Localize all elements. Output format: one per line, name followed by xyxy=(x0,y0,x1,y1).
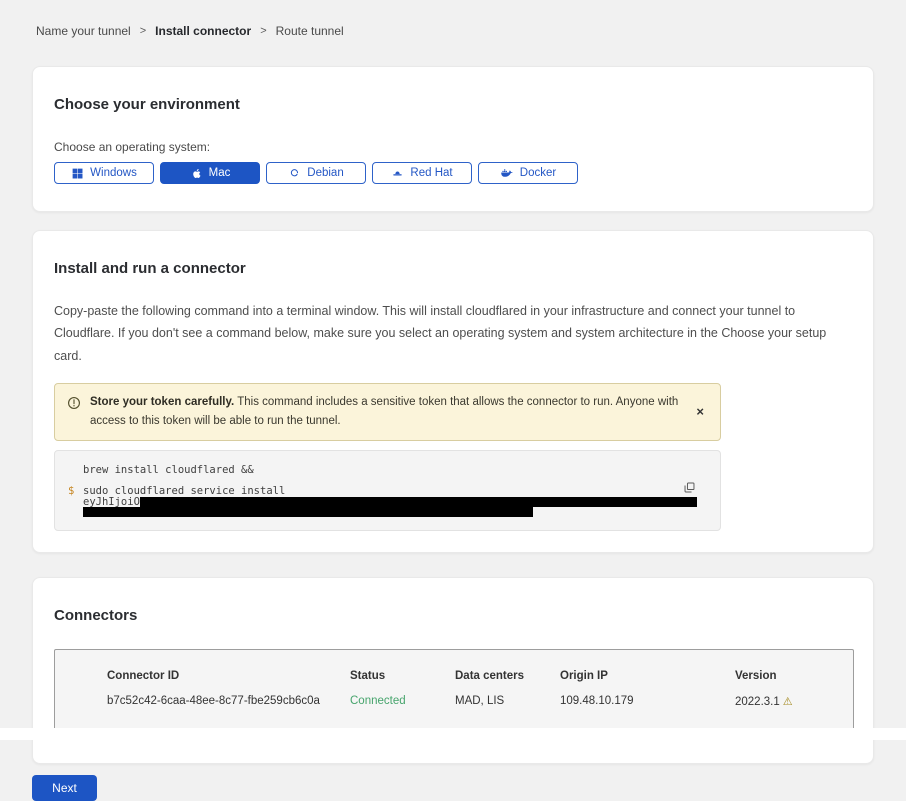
os-button-label: Mac xyxy=(209,167,231,179)
connectors-table-grid: Connector ID Status Data centers Origin … xyxy=(107,670,833,708)
os-button-windows[interactable]: Windows xyxy=(54,162,154,184)
column-header-version: Version xyxy=(735,670,833,695)
cell-connector-id: b7c52c42-6caa-48ee-8c77-fbe259cb6c0a xyxy=(107,695,350,708)
code-line xyxy=(68,507,680,517)
token-line xyxy=(83,507,533,517)
install-card-title: Install and run a connector xyxy=(54,260,852,277)
os-button-mac[interactable]: Mac xyxy=(160,162,260,184)
install-command-code-block: brew install cloudflared && $ sudo cloud… xyxy=(54,450,721,531)
os-button-label: Debian xyxy=(307,167,343,179)
column-header-status: Status xyxy=(350,670,455,695)
cell-version: 2022.3.1⚠ xyxy=(735,695,833,708)
environment-card: Choose your environment Choose an operat… xyxy=(32,66,874,212)
version-value: 2022.3.1 xyxy=(735,696,780,708)
close-icon[interactable]: × xyxy=(692,403,708,420)
token-line: eyJhIjoiO xyxy=(83,497,697,507)
breadcrumb-step-install-connector[interactable]: Install connector xyxy=(155,24,251,38)
column-header-origin-ip: Origin IP xyxy=(560,670,735,695)
apple-icon xyxy=(190,167,203,180)
code-line-text: brew install cloudflared && xyxy=(83,465,254,476)
os-button-group: Windows Mac Debian Red Hat xyxy=(54,162,852,190)
cell-origin-ip: 109.48.10.179 xyxy=(560,695,735,708)
redhat-icon xyxy=(391,167,404,180)
copy-icon[interactable] xyxy=(681,479,698,499)
breadcrumb-separator: > xyxy=(140,25,146,37)
cell-data-centers: MAD, LIS xyxy=(455,695,560,708)
redacted-token-bar xyxy=(83,507,533,517)
status-badge: Connected xyxy=(350,695,455,708)
docker-icon xyxy=(500,166,514,180)
windows-icon xyxy=(71,167,84,180)
code-gutter xyxy=(68,465,83,476)
os-button-label: Red Hat xyxy=(410,167,452,179)
token-warning-banner: Store your token carefully. This command… xyxy=(54,383,721,441)
shell-prompt: $ xyxy=(68,486,83,497)
os-select-label: Choose an operating system: xyxy=(54,140,852,154)
environment-card-title: Choose your environment xyxy=(54,96,852,113)
install-card-description: Copy-paste the following command into a … xyxy=(54,300,852,367)
column-header-connector-id: Connector ID xyxy=(107,670,350,695)
code-line: $ sudo cloudflared service install xyxy=(68,486,680,497)
redacted-token-bar xyxy=(140,497,697,507)
column-header-data-centers: Data centers xyxy=(455,670,560,695)
code-gutter xyxy=(68,497,83,507)
warning-text: Store your token carefully. This command… xyxy=(90,393,683,431)
os-button-label: Windows xyxy=(90,167,137,179)
code-line: eyJhIjoiO xyxy=(68,497,680,507)
alert-circle-icon xyxy=(67,396,81,417)
os-button-label: Docker xyxy=(520,167,556,179)
next-button[interactable]: Next xyxy=(32,775,97,801)
os-button-debian[interactable]: Debian xyxy=(266,162,366,184)
breadcrumb-separator: > xyxy=(260,25,266,37)
warning-triangle-icon: ⚠ xyxy=(783,696,793,708)
os-button-redhat[interactable]: Red Hat xyxy=(372,162,472,184)
bottom-strip xyxy=(0,728,906,740)
debian-icon xyxy=(288,167,301,180)
warning-title: Store your token carefully. xyxy=(90,396,234,408)
breadcrumb-step-name-your-tunnel[interactable]: Name your tunnel xyxy=(36,24,131,38)
code-gutter xyxy=(68,507,83,517)
breadcrumb-step-route-tunnel[interactable]: Route tunnel xyxy=(276,24,344,38)
code-line: brew install cloudflared && xyxy=(68,465,680,476)
install-connector-card: Install and run a connector Copy-paste t… xyxy=(32,230,874,553)
connectors-table: Connector ID Status Data centers Origin … xyxy=(54,649,854,731)
breadcrumb: Name your tunnel > Install connector > R… xyxy=(32,0,874,38)
connectors-card-title: Connectors xyxy=(54,607,852,624)
tunnel-setup-page: Name your tunnel > Install connector > R… xyxy=(0,0,906,801)
os-button-docker[interactable]: Docker xyxy=(478,162,578,184)
